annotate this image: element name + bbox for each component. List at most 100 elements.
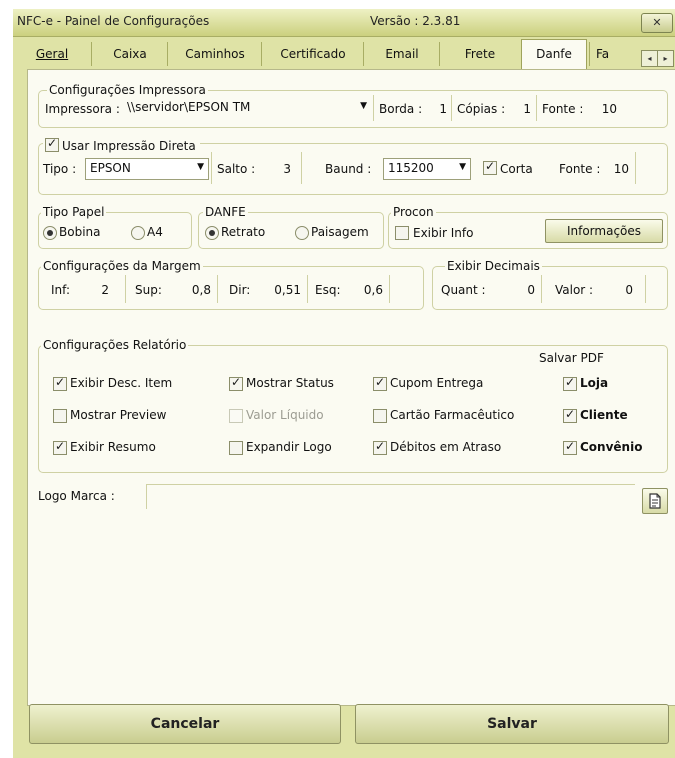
direta-fonte-label: Fonte : <box>559 162 601 176</box>
radio-bobina-label: Bobina <box>59 225 101 239</box>
direta-header: Usar Impressão Direta <box>43 136 200 153</box>
radio-retrato-label: Retrato <box>221 225 266 239</box>
quant-input[interactable]: 0 <box>499 282 535 298</box>
close-icon: ✕ <box>652 16 662 29</box>
printer-select[interactable]: \\servidor\EPSON TM ▼ <box>123 98 371 118</box>
tipo-value: EPSON <box>90 161 131 175</box>
close-button[interactable]: ✕ <box>641 13 673 33</box>
fonte-label: Fonte : <box>542 102 584 116</box>
informacoes-button[interactable]: Informações <box>545 219 663 243</box>
config-window: NFC-e - Painel de Configurações Versão :… <box>13 9 675 758</box>
cupom-entrega-checkbox[interactable] <box>373 375 387 391</box>
logo-marca-input[interactable] <box>146 484 635 509</box>
tab-danfe[interactable]: Danfe <box>521 39 587 70</box>
exibir-resumo-checkbox[interactable] <box>53 439 67 455</box>
browse-logo-button[interactable] <box>642 488 668 514</box>
sup-input[interactable]: 0,8 <box>173 282 211 298</box>
copias-label: Cópias : <box>457 102 506 116</box>
cancel-button[interactable]: Cancelar <box>29 704 341 744</box>
direta-fonte-input[interactable]: 10 <box>607 161 629 177</box>
borda-label: Borda : <box>379 102 423 116</box>
group-direta: Usar Impressão Direta Tipo : EPSON ▼ Sal… <box>38 136 668 195</box>
pdf-cliente-label: Cliente <box>580 408 628 422</box>
esq-input[interactable]: 0,6 <box>343 282 383 298</box>
exibir-resumo-label: Exibir Resumo <box>70 440 156 454</box>
save-button[interactable]: Salvar <box>355 704 669 744</box>
tab-certificado[interactable]: Certificado <box>261 42 364 66</box>
group-relatorio: Configurações Relatório Salvar PDF Exibi… <box>38 338 668 473</box>
decimais-title: Exibir Decimais <box>445 259 542 273</box>
baund-value: 115200 <box>388 161 434 175</box>
radio-paisagem[interactable] <box>295 226 309 240</box>
mostrar-preview-checkbox[interactable] <box>53 409 67 423</box>
tipo-label: Tipo : <box>43 162 77 176</box>
valor-liquido-label: Valor Líquido <box>246 408 324 422</box>
danfe-panel: Configurações Impressora Impressora : \\… <box>27 69 675 706</box>
exibir-desc-item-label: Exibir Desc. Item <box>70 376 173 390</box>
inf-label: Inf: <box>51 283 70 297</box>
group-decimais: Exibir Decimais Quant : 0 Valor : 0 <box>432 259 668 310</box>
valor-input[interactable]: 0 <box>605 282 633 298</box>
borda-input[interactable]: 1 <box>427 101 447 117</box>
salto-label: Salto : <box>217 162 256 176</box>
expandir-logo-label: Expandir Logo <box>246 440 332 454</box>
mostrar-status-checkbox[interactable] <box>229 375 243 391</box>
cartao-farmaceutico-checkbox[interactable] <box>373 409 387 423</box>
baund-label: Baund : <box>325 162 372 176</box>
pdf-convenio-label: Convênio <box>580 440 643 454</box>
tipo-select[interactable]: EPSON ▼ <box>85 158 209 180</box>
salto-input[interactable]: 3 <box>269 161 291 177</box>
group-impressora-title: Configurações Impressora <box>47 83 208 97</box>
exibir-info-checkbox[interactable] <box>395 226 409 240</box>
chevron-down-icon: ▼ <box>360 101 367 111</box>
tipo-papel-title: Tipo Papel <box>41 205 107 219</box>
expandir-logo-checkbox[interactable] <box>229 441 243 455</box>
tab-geral[interactable]: Geral <box>13 42 91 66</box>
tab-caminhos[interactable]: Caminhos <box>167 42 262 66</box>
copias-input[interactable]: 1 <box>513 101 531 117</box>
tab-caixa[interactable]: Caixa <box>91 42 168 66</box>
margem-title: Configurações da Margem <box>41 259 203 273</box>
inf-input[interactable]: 2 <box>83 282 109 298</box>
fonte-input[interactable]: 10 <box>595 101 617 117</box>
radio-bobina[interactable] <box>43 226 57 240</box>
tab-fa[interactable]: Fa <box>589 42 637 66</box>
tab-email[interactable]: Email <box>363 42 440 66</box>
radio-paisagem-label: Paisagem <box>311 225 369 239</box>
radio-a4[interactable] <box>131 226 145 240</box>
relatorio-title: Configurações Relatório <box>41 338 189 352</box>
salvar-pdf-label: Salvar PDF <box>539 351 604 365</box>
radio-retrato[interactable] <box>205 226 219 240</box>
chevron-right-icon: ▸ <box>663 54 668 63</box>
pdf-convenio-checkbox[interactable] <box>563 439 577 455</box>
valor-label: Valor : <box>555 283 594 297</box>
dir-label: Dir: <box>229 283 251 297</box>
printer-value: \\servidor\EPSON TM <box>127 100 251 114</box>
group-procon: Procon Exibir Info Informações <box>388 205 668 249</box>
tab-scroll-left-button[interactable]: ◂ <box>641 50 658 67</box>
group-margem: Configurações da Margem Inf: 2 Sup: 0,8 … <box>38 259 424 310</box>
title-bar[interactable]: NFC-e - Painel de Configurações Versão :… <box>13 9 675 37</box>
pdf-cliente-checkbox[interactable] <box>563 407 577 423</box>
direta-checkbox[interactable] <box>45 136 59 152</box>
cartao-farmaceutico-label: Cartão Farmacêutico <box>390 408 515 422</box>
tab-scroll-right-button[interactable]: ▸ <box>657 50 674 67</box>
radio-a4-label: A4 <box>147 225 163 239</box>
quant-label: Quant : <box>441 283 486 297</box>
pdf-loja-checkbox[interactable] <box>563 375 577 391</box>
exibir-desc-item-checkbox[interactable] <box>53 375 67 391</box>
mostrar-preview-label: Mostrar Preview <box>70 408 167 422</box>
corta-checkbox[interactable] <box>483 159 497 175</box>
tab-bar: Geral Caixa Caminhos Certificado Email F… <box>13 36 675 70</box>
chevron-down-icon: ▼ <box>197 162 204 172</box>
debitos-atraso-checkbox[interactable] <box>373 439 387 455</box>
tab-frete[interactable]: Frete <box>439 42 520 66</box>
file-browse-icon <box>649 493 661 509</box>
sup-label: Sup: <box>135 283 162 297</box>
chevron-left-icon: ◂ <box>647 54 652 63</box>
window-title: NFC-e - Painel de Configurações <box>17 14 210 28</box>
tab-scroller: ◂ ▸ <box>641 50 674 67</box>
chevron-down-icon: ▼ <box>459 162 466 172</box>
baund-select[interactable]: 115200 ▼ <box>383 158 471 180</box>
dir-input[interactable]: 0,51 <box>255 282 301 298</box>
